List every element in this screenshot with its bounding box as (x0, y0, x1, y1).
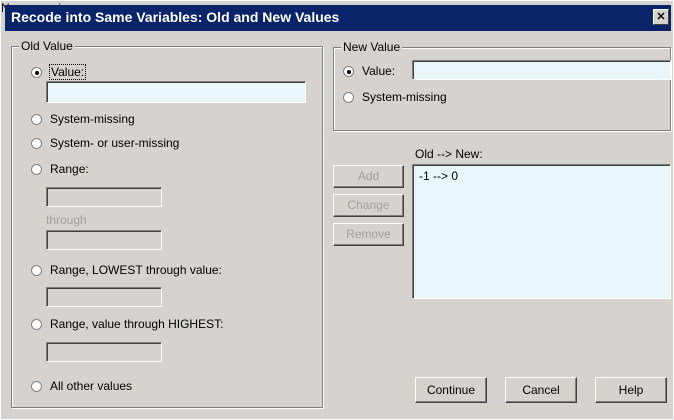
new-value-radio-value[interactable]: Value: (343, 64, 395, 78)
close-icon[interactable]: ✕ (653, 9, 669, 25)
old-value-radio-range-lowest[interactable]: Range, LOWEST through value: (31, 263, 222, 277)
system-missing-label: System-missing (50, 112, 135, 126)
radio-button-icon[interactable] (31, 66, 42, 78)
add-button[interactable]: Add (333, 165, 404, 188)
cancel-button[interactable]: Cancel (505, 377, 577, 403)
window-title: Recode into Same Variables: Old and New … (11, 9, 340, 25)
range-highest-input[interactable] (46, 342, 162, 362)
radio-button-icon[interactable] (31, 113, 42, 125)
radio-button-icon[interactable] (31, 318, 42, 330)
radio-button-icon[interactable] (343, 91, 354, 103)
new-system-missing-label: System-missing (362, 90, 447, 104)
all-other-values-label: All other values (50, 379, 133, 393)
old-value-radio-system-missing[interactable]: System-missing (31, 112, 135, 126)
continue-button[interactable]: Continue (415, 377, 487, 403)
range-lowest-input[interactable] (46, 287, 162, 307)
old-value-radio-range-highest[interactable]: Range, value through HIGHEST: (31, 317, 223, 331)
old-value-radio-range[interactable]: Range: (31, 162, 89, 176)
title-bar: Recode into Same Variables: Old and New … (5, 5, 671, 31)
radio-button-icon[interactable] (31, 380, 42, 392)
range-from-input[interactable] (46, 187, 162, 207)
old-value-value-label: Value: (48, 64, 87, 80)
old-value-radio-all-other[interactable]: All other values (31, 379, 132, 393)
old-value-input[interactable] (46, 81, 306, 103)
range-through-label: through (46, 213, 87, 227)
range-to-input[interactable] (46, 230, 162, 250)
new-value-value-label: Value: (362, 64, 396, 78)
range-highest-label: Range, value through HIGHEST: (50, 317, 224, 331)
mapping-listbox[interactable]: -1 --> 0 (412, 164, 671, 299)
recode-dialog: Recode into Same Variables: Old and New … (0, 0, 674, 420)
radio-button-icon[interactable] (31, 264, 42, 276)
list-item[interactable]: -1 --> 0 (419, 169, 664, 183)
new-value-input[interactable] (412, 60, 671, 80)
mapping-label: Old --> New: (415, 147, 483, 161)
new-value-legend: New Value (341, 40, 403, 54)
range-lowest-label: Range, LOWEST through value: (50, 263, 222, 277)
system-or-user-missing-label: System- or user-missing (50, 136, 180, 150)
old-value-radio-value[interactable]: Value: (31, 64, 87, 80)
old-value-legend: Old Value (19, 39, 75, 53)
change-button[interactable]: Change (333, 194, 404, 217)
remove-button[interactable]: Remove (333, 223, 404, 246)
radio-button-icon[interactable] (31, 137, 42, 149)
radio-button-icon[interactable] (343, 65, 354, 77)
old-value-radio-system-or-user-missing[interactable]: System- or user-missing (31, 136, 179, 150)
new-value-radio-system-missing[interactable]: System-missing (343, 90, 447, 104)
help-button[interactable]: Help (595, 377, 667, 403)
radio-button-icon[interactable] (31, 163, 42, 175)
range-label: Range: (50, 162, 89, 176)
